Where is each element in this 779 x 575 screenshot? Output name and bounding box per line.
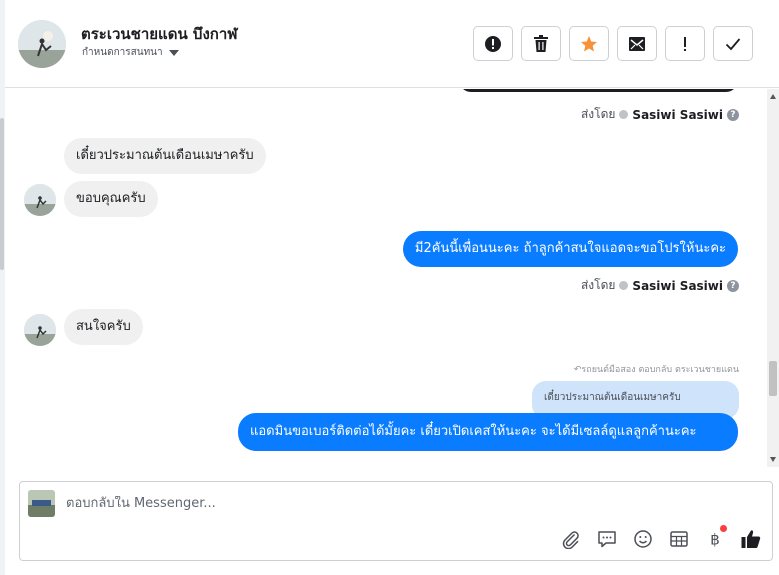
smiley-icon: [634, 530, 652, 548]
sent-by-row: ส่งโดย Sasiwi Sasiwi ?: [581, 105, 739, 124]
scroll-down-arrow-icon[interactable]: [770, 457, 776, 462]
star-button[interactable]: [569, 26, 609, 61]
header-actions: [473, 26, 753, 61]
conversation-header: ตระเวนชายแดน บึงกาฬ กำหนดการสนทนา: [5, 0, 779, 88]
assign-conversation-dropdown[interactable]: กำหนดการสนทนา: [82, 45, 179, 60]
thumbs-up-icon: [741, 530, 761, 548]
envelope-icon: [629, 36, 645, 51]
star-icon: [581, 35, 597, 51]
message-bubble-incoming[interactable]: เดี๋ยวประมาณต้นเดือนเมษาครับ: [64, 138, 266, 174]
exclamation-icon: [684, 36, 686, 51]
notification-dot: [720, 525, 727, 532]
reply-input[interactable]: [66, 496, 666, 511]
thread-scrollbar[interactable]: [767, 89, 779, 467]
sent-by-label: ส่งโดย: [580, 278, 616, 292]
composer-tools: ฿: [560, 525, 762, 550]
emoji-button[interactable]: [632, 528, 654, 550]
message-bubble-incoming[interactable]: สนใจครับ: [64, 309, 143, 345]
message-thread[interactable]: ส่งโดย Sasiwi Sasiwi ? เดี๋ยวประมาณต้นเด…: [5, 89, 779, 467]
report-spam-button[interactable]: [473, 26, 513, 61]
contact-name[interactable]: ตระเวนชายแดน บึงกาฬ: [81, 22, 238, 46]
baht-icon: ฿: [710, 531, 720, 549]
reply-composer: ฿: [19, 481, 773, 561]
assign-label: กำหนดการสนทนา: [82, 47, 163, 58]
svg-text:฿: ฿: [710, 531, 720, 549]
reply-context-note: ↶รถยนต์มือสอง ตอบกลับ ตระเวนชายแดน: [574, 362, 739, 376]
scroll-up-arrow-icon[interactable]: [770, 94, 776, 99]
message-bubble-outgoing[interactable]: มี2คันนี้เพื่อนนะคะ ถ้าลูกค้าสนใจแอดจะขอ…: [402, 231, 738, 267]
follow-up-button[interactable]: [665, 26, 705, 61]
paperclip-icon: [562, 531, 579, 549]
speech-bubble-icon: [598, 531, 616, 548]
left-panel-scrollbar[interactable]: [0, 118, 4, 270]
contact-avatar-small: [24, 314, 56, 346]
sender-status-icon: [619, 110, 629, 119]
mark-unread-button[interactable]: [617, 26, 657, 61]
caret-down-icon: [168, 49, 179, 56]
sender-name[interactable]: Sasiwi Sasiwi: [632, 108, 723, 122]
reply-note-text: รถยนต์มือสอง ตอบกลับ ตระเวนชายแดน: [581, 365, 739, 375]
sent-by-row: ส่งโดย Sasiwi Sasiwi ?: [581, 276, 739, 295]
sent-by-label: ส่งโดย: [580, 107, 616, 121]
table-button[interactable]: [668, 528, 690, 550]
delete-button[interactable]: [521, 26, 561, 61]
sender-status-icon: [619, 281, 629, 290]
help-icon[interactable]: ?: [727, 108, 739, 121]
contact-avatar[interactable]: [18, 20, 66, 68]
scrollbar-thumb[interactable]: [769, 361, 777, 396]
sender-name[interactable]: Sasiwi Sasiwi: [632, 279, 723, 293]
message-bubble-outgoing[interactable]: แอดมินขอเบอร์ติดต่อได้มั้ยคะ เดี๋ยวเปิดเ…: [238, 413, 738, 451]
previous-message-bubble: [459, 89, 738, 92]
help-icon[interactable]: ?: [727, 279, 739, 292]
trash-icon: [534, 34, 548, 52]
saved-replies-button[interactable]: [596, 528, 618, 550]
table-icon: [670, 531, 688, 547]
attach-button[interactable]: [560, 528, 582, 550]
page-avatar: [28, 490, 55, 517]
check-icon: [725, 37, 741, 50]
mark-done-button[interactable]: [713, 26, 753, 61]
like-button[interactable]: [740, 528, 762, 550]
alert-circle-icon: [485, 35, 501, 52]
contact-avatar-small: [24, 184, 56, 216]
message-bubble-incoming[interactable]: ขอบคุณครับ: [64, 181, 158, 217]
payment-button[interactable]: ฿: [704, 525, 727, 550]
